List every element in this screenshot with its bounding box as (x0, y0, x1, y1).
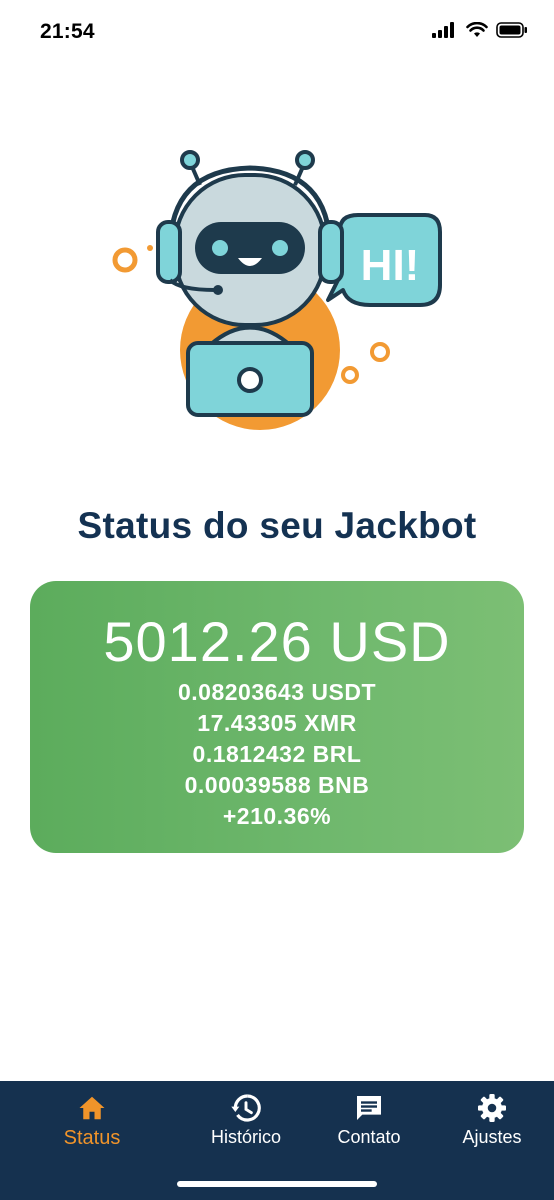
battery-icon (496, 22, 527, 38)
balance-xmr: 17.43305 XMR (197, 710, 357, 736)
tab-historico-label: Histórico (210, 1127, 281, 1147)
history-icon (231, 1094, 261, 1122)
balance-brl: 0.1812432 BRL (192, 741, 362, 767)
home-icon (79, 1096, 105, 1120)
balance-usdt: 0.08203643 USDT (177, 679, 376, 705)
tab-ajustes-label: Ajustes (462, 1127, 522, 1147)
signal-icon (432, 22, 454, 38)
home-indicator (177, 1181, 377, 1187)
tab-status-label: Status (63, 1127, 121, 1149)
wifi-icon (466, 22, 488, 37)
clock-time: 21:54 (40, 20, 95, 43)
main-balance: 5012.26 USD (103, 610, 451, 673)
speech-bubble: HI! (326, 213, 442, 307)
status-icons (432, 22, 528, 38)
deco-circle-left (112, 247, 138, 273)
balance-bnb: 0.00039588 BNB (184, 772, 370, 798)
tab-ajustes[interactable]: Ajustes (432, 1091, 552, 1161)
deco-circle-right-2 (341, 366, 359, 384)
deco-dot-left (147, 245, 153, 251)
balance-card: 5012.26 USD 0.08203643 USDT 17.43305 XMR… (30, 581, 524, 853)
deco-circle-right (370, 342, 390, 362)
page-title: Status do seu Jackbot (77, 505, 477, 546)
robot-illustration: HI! (100, 140, 454, 430)
status-bar: 21:54 (0, 0, 554, 64)
percent-change: +210.36% (222, 803, 332, 829)
tab-contato[interactable]: Contato (309, 1091, 429, 1161)
bubble-text: HI! (361, 241, 420, 290)
chat-icon (357, 1096, 381, 1120)
tab-historico[interactable]: Histórico (186, 1091, 306, 1161)
gear-icon (478, 1094, 506, 1122)
tab-contato-label: Contato (337, 1127, 401, 1147)
tab-status[interactable]: Status (32, 1091, 152, 1161)
